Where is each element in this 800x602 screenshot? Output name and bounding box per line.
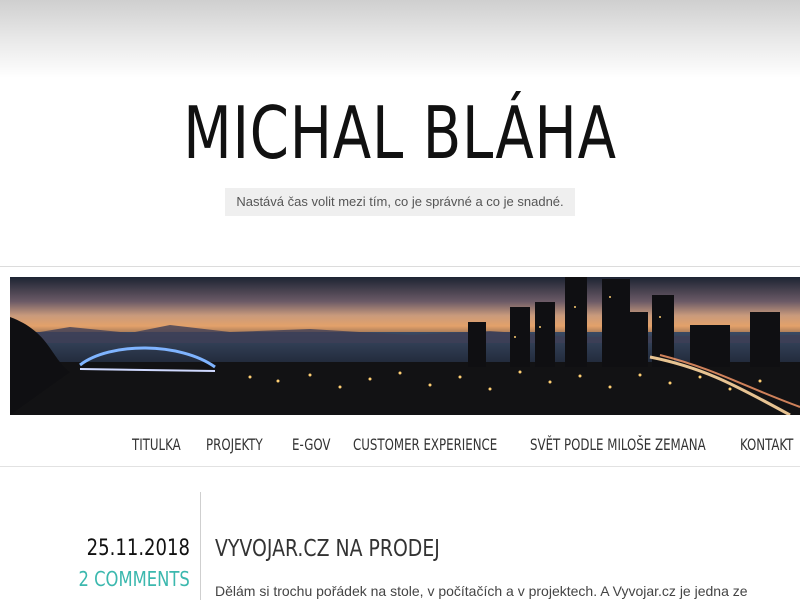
nav-item-kontakt[interactable]: KONTAKT <box>740 432 793 458</box>
post-meta-divider <box>200 492 201 600</box>
post-title[interactable]: VYVOJAR.CZ NA PRODEJ <box>215 532 440 566</box>
nav-item-e-gov[interactable]: E-GOV <box>292 432 330 458</box>
post-excerpt: Dělám si trochu pořádek na stole, v počí… <box>215 583 748 599</box>
tagline-wrapper: Nastává čas volit mezi tím, co je správn… <box>0 188 800 216</box>
main-nav: TITULKA PROJEKTY E-GOV CUSTOMER EXPERIEN… <box>0 432 800 460</box>
nav-divider <box>0 466 800 467</box>
header-banner-image <box>10 277 800 415</box>
nav-item-customer-experience[interactable]: CUSTOMER EXPERIENCE <box>353 432 497 458</box>
site-title[interactable]: MICHAL BLÁHA <box>88 88 712 178</box>
nav-item-svet-podle-milose-zemana[interactable]: SVĚT PODLE MILOŠE ZEMANA <box>530 432 706 458</box>
post-comments-link[interactable]: 2 COMMENTS <box>79 564 190 594</box>
header-divider <box>0 266 800 267</box>
nav-item-projekty[interactable]: PROJEKTY <box>206 432 263 458</box>
nav-item-titulka[interactable]: TITULKA <box>132 432 181 458</box>
header-background <box>0 0 800 78</box>
seattle-skyline-photo <box>10 277 800 415</box>
site-tagline: Nastává čas volit mezi tím, co je správn… <box>225 188 575 216</box>
post-date: 25.11.2018 <box>86 536 190 561</box>
